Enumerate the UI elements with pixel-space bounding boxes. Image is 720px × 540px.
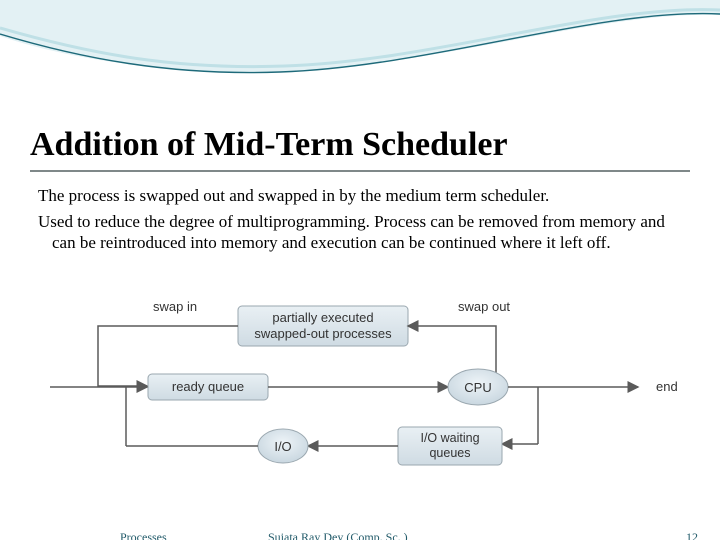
title-underline	[30, 170, 690, 172]
scheduler-diagram: partially executed swapped-out processes…	[38, 284, 684, 474]
paragraph-2: Used to reduce the degree of multiprogra…	[38, 212, 688, 253]
svg-text:queues: queues	[429, 446, 470, 460]
slide-title: Addition of Mid-Term Scheduler	[30, 126, 508, 164]
paragraph-1: The process is swapped out and swapped i…	[38, 186, 688, 206]
svg-text:swap out: swap out	[458, 299, 510, 314]
footer-center: Sujata Ray Dey (Comp. Sc. )	[268, 530, 408, 540]
svg-text:partially executed: partially executed	[272, 310, 373, 325]
body-text: The process is swapped out and swapped i…	[38, 186, 688, 259]
svg-text:end: end	[656, 379, 678, 394]
slide: Addition of Mid-Term Scheduler The proce…	[0, 0, 720, 540]
svg-text:ready queue: ready queue	[172, 379, 244, 394]
page-number: 12	[686, 530, 698, 540]
header-decorative-swoosh	[0, 0, 720, 90]
svg-text:swap in: swap in	[153, 299, 197, 314]
svg-text:I/O: I/O	[274, 439, 291, 454]
footer-left: Processes	[120, 530, 167, 540]
svg-text:I/O waiting: I/O waiting	[420, 431, 479, 445]
svg-text:CPU: CPU	[464, 380, 491, 395]
svg-text:swapped-out processes: swapped-out processes	[254, 326, 392, 341]
